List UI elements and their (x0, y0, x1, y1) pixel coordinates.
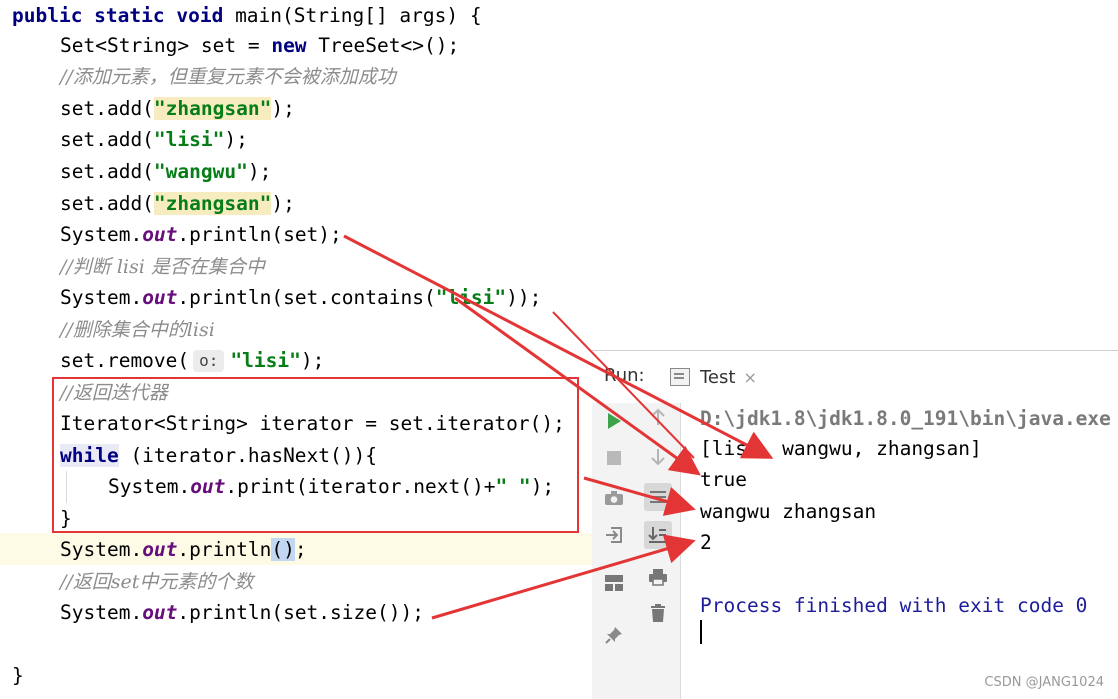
arrow-size (431, 534, 696, 620)
arrow-iterator (583, 476, 696, 516)
arrow-println-set (343, 234, 774, 459)
annotation-arrows (343, 234, 774, 620)
arrow-contains (454, 296, 701, 476)
watermark: CSDN @JANG1024 (984, 675, 1104, 690)
arrow-group (343, 234, 774, 620)
